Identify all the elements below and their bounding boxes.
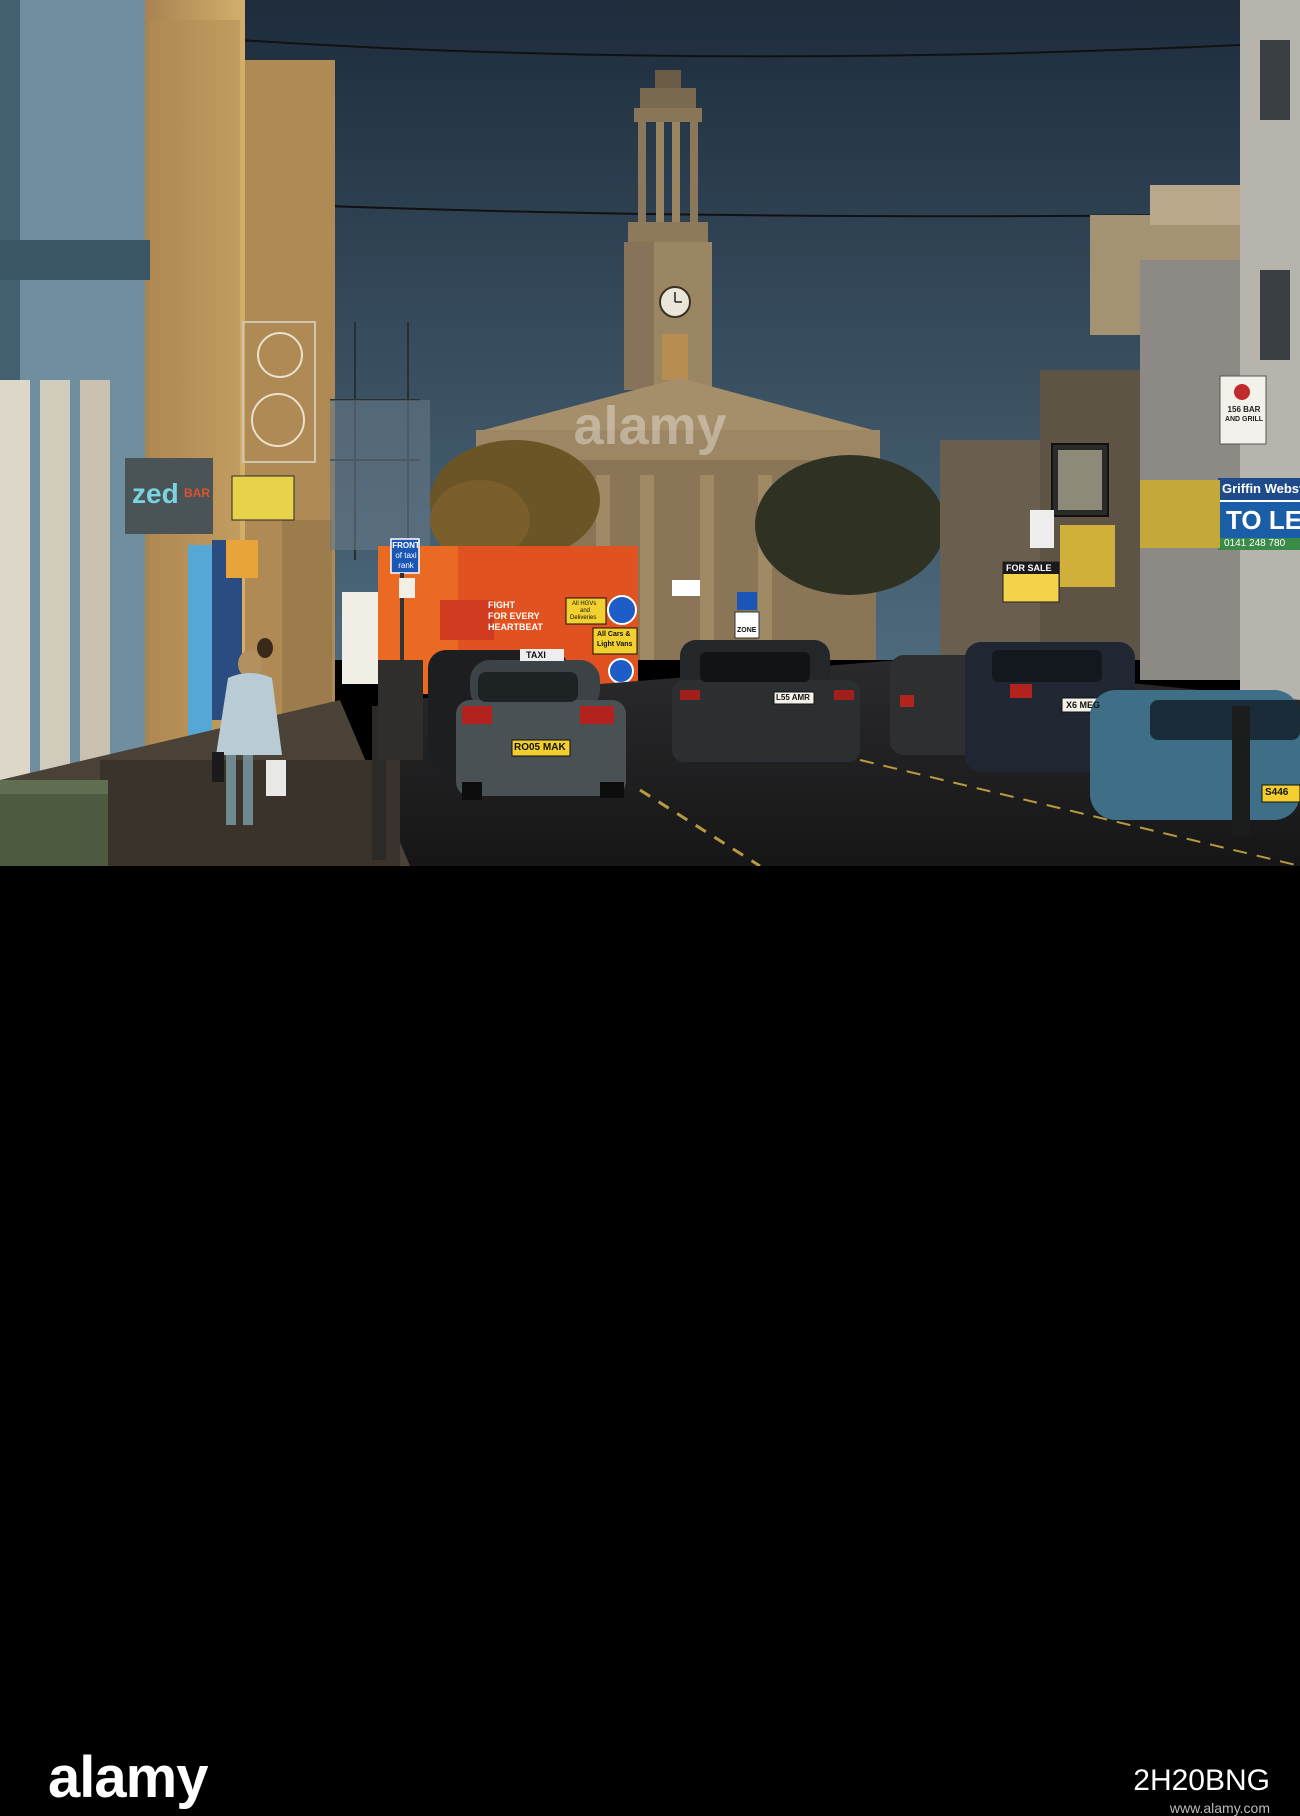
taxi-rank-label-2: of taxi xyxy=(395,551,417,560)
tree-right xyxy=(755,455,945,595)
taxi-roof-label: TAXI xyxy=(526,650,546,660)
bar-label-2: AND GRILL xyxy=(1224,416,1264,423)
bmw-convertible xyxy=(1090,690,1300,820)
zone-label: ZONE xyxy=(737,627,757,634)
alamy-url: www.alamy.com xyxy=(1169,1800,1270,1816)
taxi-rank-label-1: FRONT xyxy=(392,541,420,550)
hgv-label-2: and xyxy=(580,608,591,614)
plate-bmw: S446 xyxy=(1265,787,1289,798)
cars-label-1: All Cars & xyxy=(597,631,631,638)
griffin-label: Griffin Webst xyxy=(1222,481,1300,496)
phone-label: 0141 248 780 xyxy=(1224,538,1286,549)
dice-bar-sign-bg xyxy=(231,475,295,521)
fight-label-3: HEARTBEAT xyxy=(488,622,543,632)
to-let-label: TO LE xyxy=(1226,505,1300,535)
street-photo: zed BAR FRONT of taxi rank FIGHT FOR EVE… xyxy=(0,0,1300,866)
cars-label-2: Light Vans xyxy=(597,641,633,648)
plate-taxi: RO05 MAK xyxy=(514,742,566,753)
image-id: 2H20BNG xyxy=(1133,1764,1270,1797)
for-sale-label: FOR SALE xyxy=(1006,563,1052,573)
hgv-label-1: All HGVs xyxy=(572,601,597,607)
plate-ford: X6 MEG xyxy=(1066,700,1101,710)
zone-sign-bg xyxy=(734,611,760,639)
clock-tower xyxy=(624,70,712,390)
street-scene-svg xyxy=(0,0,1300,866)
fight-label-2: FOR EVERY xyxy=(488,611,540,621)
zed-sign-text: zed xyxy=(132,478,179,509)
keep-left-sign xyxy=(607,595,637,625)
fight-label-1: FIGHT xyxy=(488,600,515,610)
watermark-strip: alamy 2H20BNG www.alamy.com xyxy=(0,866,1300,1816)
zed-bar-text: BAR xyxy=(184,486,210,500)
bollard xyxy=(1232,706,1250,836)
bar-label-1: 156 BAR xyxy=(1227,405,1261,414)
taxi-rank-label-3: rank xyxy=(398,561,414,570)
plate-suv: L55 AMR xyxy=(776,693,810,702)
alamy-logo: alamy xyxy=(48,1745,208,1810)
hgv-label-3: Deliveries xyxy=(570,615,597,621)
